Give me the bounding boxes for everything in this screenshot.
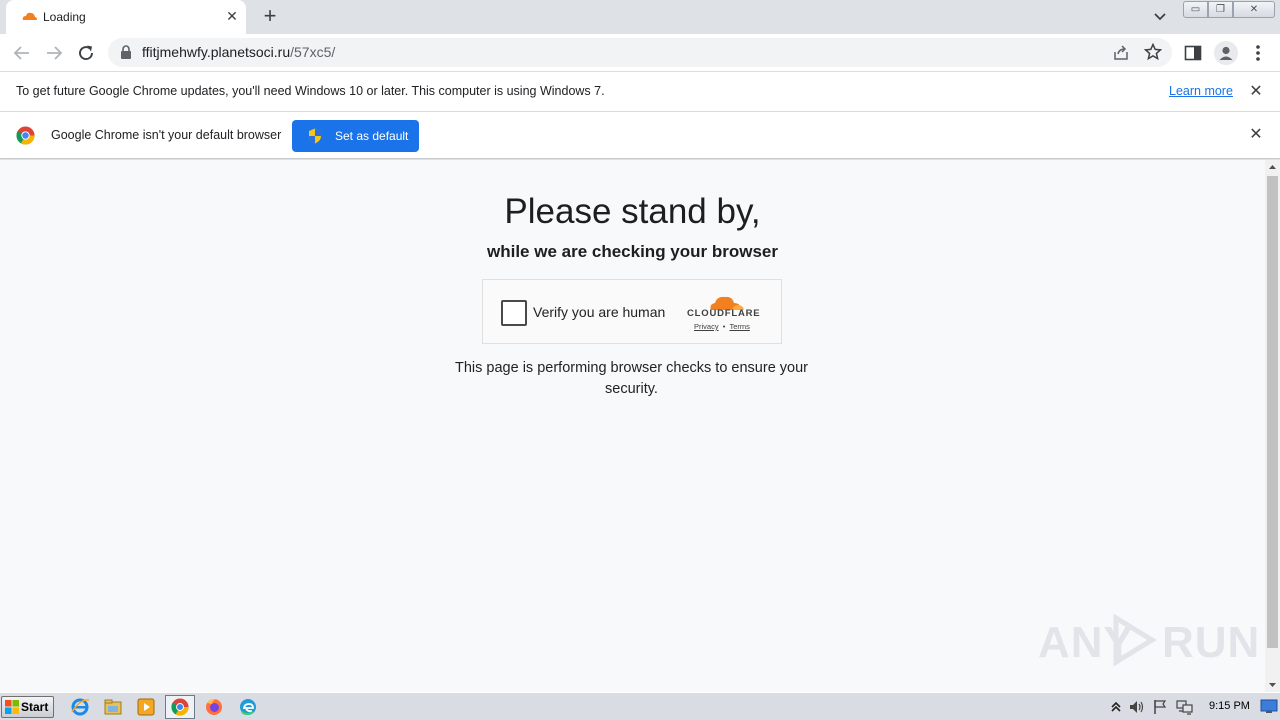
challenge-links: Privacy • Terms — [694, 322, 750, 331]
address-bar[interactable]: ffitjmehwfy.planetsoci.ru/57xc5/ — [108, 38, 1172, 67]
start-button[interactable]: Start — [1, 696, 54, 718]
volume-icon[interactable] — [1128, 699, 1146, 715]
chrome-taskbar-icon — [171, 698, 189, 716]
verify-label[interactable]: Verify you are human — [533, 304, 665, 320]
file-explorer-icon[interactable] — [103, 697, 123, 717]
restore-icon: ❐ — [1216, 4, 1225, 15]
show-desktop-icon[interactable] — [1260, 698, 1278, 714]
set-as-default-button[interactable]: Set as default — [292, 120, 419, 152]
update-infobar: To get future Google Chrome updates, you… — [0, 72, 1280, 112]
bookmark-star-icon[interactable] — [1144, 43, 1162, 61]
cloudflare-challenge-widget: Verify you are human CLOUDFLARE Privacy … — [482, 279, 782, 344]
window-close-button[interactable]: ✕ — [1233, 1, 1275, 18]
tab-strip: Loading ✕ + ▭ ❐ ✕ — [0, 0, 1280, 34]
scroll-down-arrow-icon[interactable] — [1265, 678, 1280, 692]
edge-icon[interactable] — [238, 697, 258, 717]
cloudflare-wordmark: CLOUDFLARE — [687, 308, 761, 319]
share-icon[interactable] — [1112, 44, 1130, 62]
update-message: To get future Google Chrome updates, you… — [16, 84, 605, 98]
default-infobar-close-icon[interactable]: ✕ — [1248, 127, 1264, 143]
windows-flag-icon — [5, 700, 19, 714]
windows-taskbar: Start 9:15 PM — [0, 692, 1280, 720]
default-browser-message: Google Chrome isn't your default browser — [51, 128, 282, 142]
more-menu-icon[interactable] — [1250, 42, 1266, 64]
verify-checkbox[interactable] — [501, 300, 527, 326]
url-host: ffitjmehwfy.planetsoci.ru — [142, 44, 291, 60]
vertical-scrollbar[interactable] — [1265, 160, 1280, 692]
tab-close-icon[interactable]: ✕ — [224, 8, 240, 24]
scroll-up-arrow-icon[interactable] — [1265, 160, 1280, 174]
tab-title: Loading — [43, 10, 86, 24]
links-separator: • — [722, 322, 726, 331]
window-restore-button[interactable]: ❐ — [1208, 1, 1233, 18]
action-center-flag-icon[interactable] — [1152, 699, 1168, 715]
media-player-icon[interactable] — [136, 697, 156, 717]
back-arrow-icon[interactable] — [10, 41, 34, 65]
anyrun-watermark: ANY RUN — [1038, 610, 1259, 670]
firefox-icon[interactable] — [204, 697, 224, 717]
side-panel-icon[interactable] — [1184, 44, 1202, 62]
minimize-icon: ▭ — [1190, 4, 1201, 15]
page-heading: Please stand by, — [504, 192, 761, 231]
url-text[interactable]: ffitjmehwfy.planetsoci.ru/57xc5/ — [142, 44, 335, 60]
show-hidden-icons-icon[interactable] — [1110, 699, 1122, 713]
active-tab[interactable]: Loading ✕ — [6, 0, 246, 34]
forward-arrow-icon[interactable] — [42, 41, 66, 65]
page-subheading: while we are checking your browser — [487, 242, 778, 261]
uac-shield-icon — [309, 128, 321, 144]
internet-explorer-icon[interactable] — [70, 697, 90, 717]
update-infobar-close-icon[interactable]: ✕ — [1248, 84, 1264, 100]
reload-icon[interactable] — [74, 41, 98, 65]
learn-more-link[interactable]: Learn more — [1169, 84, 1233, 98]
profile-avatar-icon[interactable] — [1214, 41, 1238, 65]
lock-icon[interactable] — [120, 45, 132, 60]
privacy-link[interactable]: Privacy — [694, 322, 719, 331]
default-browser-infobar: Google Chrome isn't your default browser… — [0, 112, 1280, 159]
start-label: Start — [21, 700, 49, 714]
taskbar-clock[interactable]: 9:15 PM — [1209, 700, 1250, 712]
scrollbar-thumb[interactable] — [1267, 176, 1278, 648]
chrome-logo-icon — [16, 126, 35, 145]
cloudflare-favicon-icon — [22, 12, 37, 20]
browser-checks-text: This page is performing browser checks t… — [455, 360, 808, 397]
tab-search-chevron-icon[interactable] — [1150, 8, 1170, 26]
taskbar-chrome-active[interactable] — [165, 695, 195, 719]
watermark-play-icon — [1113, 613, 1157, 667]
new-tab-button[interactable]: + — [258, 5, 282, 29]
network-icon[interactable] — [1176, 699, 1194, 715]
window-minimize-button[interactable]: ▭ — [1183, 1, 1208, 18]
close-icon: ✕ — [1249, 4, 1259, 15]
watermark-run-text: RUN — [1162, 618, 1261, 667]
set-as-default-label: Set as default — [335, 129, 409, 143]
url-path: /57xc5/ — [290, 44, 336, 60]
terms-link[interactable]: Terms — [729, 322, 749, 331]
browser-toolbar: ffitjmehwfy.planetsoci.ru/57xc5/ — [0, 34, 1280, 72]
system-tray: 9:15 PM — [1104, 694, 1280, 720]
